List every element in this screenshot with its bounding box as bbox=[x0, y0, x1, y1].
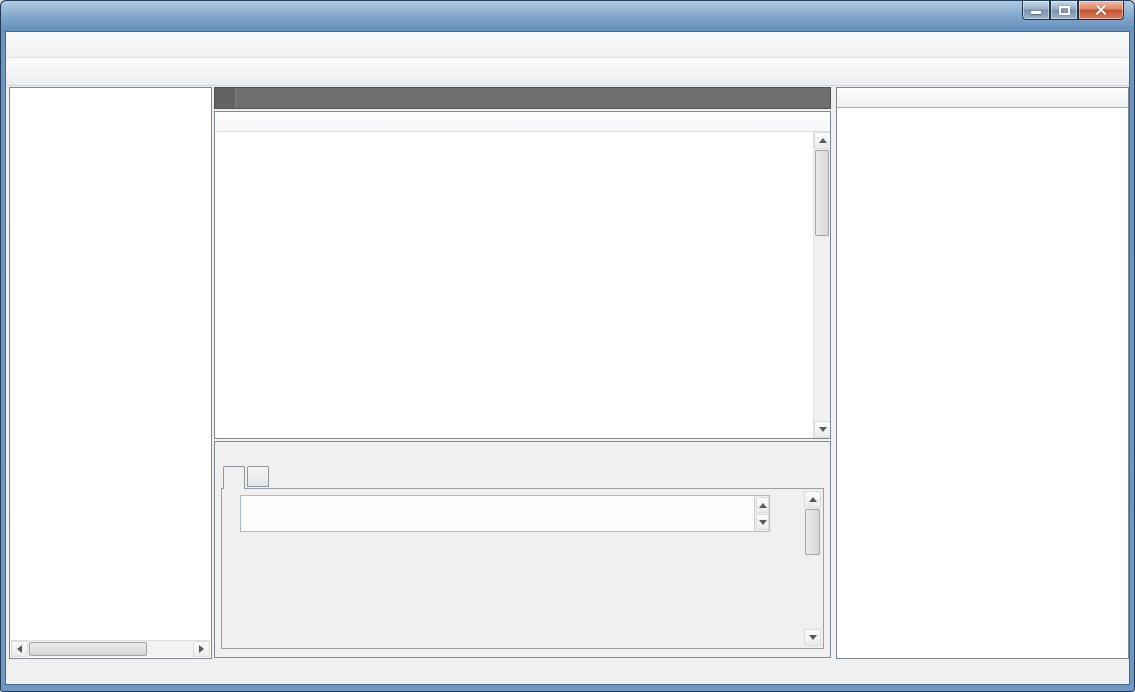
scroll-thumb[interactable] bbox=[815, 150, 829, 236]
arrow-down-icon bbox=[809, 635, 817, 640]
event-viewer-icon bbox=[11, 8, 27, 24]
console-tree-panel bbox=[9, 87, 212, 659]
toolbar bbox=[6, 58, 1129, 86]
maximize-icon bbox=[1059, 6, 1070, 15]
window-controls bbox=[1022, 1, 1124, 20]
scroll-left-button[interactable] bbox=[11, 641, 28, 657]
minimize-button[interactable] bbox=[1022, 1, 1050, 20]
events-scrollbar[interactable] bbox=[813, 132, 830, 438]
close-detail-button[interactable] bbox=[807, 448, 820, 461]
tab-general[interactable] bbox=[223, 466, 245, 489]
log-title bbox=[215, 88, 236, 108]
scroll-right-button[interactable] bbox=[193, 641, 210, 657]
description-scrollbar[interactable] bbox=[754, 496, 769, 531]
actions-title bbox=[837, 88, 1128, 108]
general-tab-page bbox=[221, 488, 824, 649]
tree bbox=[12, 91, 209, 639]
scroll-up-button[interactable] bbox=[814, 132, 831, 149]
minimize-icon bbox=[1031, 11, 1041, 14]
scroll-thumb[interactable] bbox=[805, 509, 820, 555]
titlebar[interactable] bbox=[1, 1, 1134, 31]
events-panel bbox=[214, 87, 831, 659]
arrow-up-icon bbox=[819, 138, 827, 143]
detail-title-row bbox=[215, 442, 830, 466]
tree-horizontal-scrollbar[interactable] bbox=[11, 640, 210, 657]
table-header bbox=[215, 112, 830, 132]
scroll-thumb[interactable] bbox=[29, 642, 147, 656]
arrow-down-icon bbox=[759, 520, 767, 525]
scroll-up-button[interactable] bbox=[756, 497, 769, 513]
scroll-up-button[interactable] bbox=[804, 491, 821, 508]
detail-tabs bbox=[223, 466, 271, 488]
arrow-left-icon bbox=[17, 645, 22, 653]
close-button[interactable] bbox=[1078, 1, 1124, 20]
event-viewer-window bbox=[0, 0, 1135, 692]
arrow-down-icon bbox=[819, 427, 827, 432]
detail-scrollbar[interactable] bbox=[804, 491, 821, 646]
arrow-up-icon bbox=[759, 503, 767, 508]
event-detail-pane bbox=[214, 441, 831, 658]
log-header bbox=[214, 87, 831, 109]
scroll-down-button[interactable] bbox=[756, 514, 769, 530]
arrow-up-icon bbox=[809, 497, 817, 502]
log-subtitle bbox=[236, 88, 830, 108]
maximize-button[interactable] bbox=[1050, 1, 1078, 20]
table-body bbox=[215, 132, 813, 438]
actions-pane bbox=[836, 87, 1129, 659]
scroll-down-button[interactable] bbox=[814, 421, 831, 438]
arrow-right-icon bbox=[199, 645, 204, 653]
client-area bbox=[5, 31, 1130, 685]
scroll-down-button[interactable] bbox=[804, 629, 821, 646]
menubar bbox=[6, 32, 1129, 58]
tab-details[interactable] bbox=[247, 466, 269, 487]
event-description-box[interactable] bbox=[240, 495, 770, 532]
events-list bbox=[214, 111, 831, 439]
